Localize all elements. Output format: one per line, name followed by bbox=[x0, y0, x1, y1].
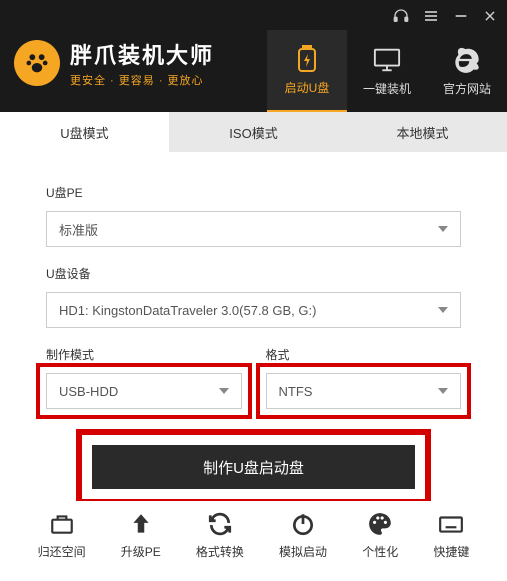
nav-label: 官方网站 bbox=[443, 80, 491, 97]
field-device: U盘设备 HD1: KingstonDataTraveler 3.0(57.8 … bbox=[46, 265, 461, 328]
main-nav: 启动U盘 一键装机 官方网站 bbox=[267, 30, 507, 112]
device-value: HD1: KingstonDataTraveler 3.0(57.8 GB, G… bbox=[59, 303, 316, 318]
footer-upgrade-pe[interactable]: 升级PE bbox=[121, 511, 161, 560]
field-pe: U盘PE 标准版 bbox=[46, 184, 461, 247]
tab-usb-mode[interactable]: U盘模式 bbox=[0, 112, 169, 152]
mode-label: 制作模式 bbox=[46, 346, 242, 363]
arrow-up-icon bbox=[128, 511, 154, 537]
form-content: U盘PE 标准版 U盘设备 HD1: KingstonDataTraveler … bbox=[0, 152, 507, 525]
device-select[interactable]: HD1: KingstonDataTraveler 3.0(57.8 GB, G… bbox=[46, 292, 461, 328]
chevron-down-icon bbox=[438, 307, 448, 313]
keyboard-icon bbox=[438, 511, 464, 537]
power-icon bbox=[290, 511, 316, 537]
nav-one-click[interactable]: 一键装机 bbox=[347, 30, 427, 112]
chevron-down-icon bbox=[438, 226, 448, 232]
monitor-icon bbox=[373, 46, 401, 74]
nav-website[interactable]: 官方网站 bbox=[427, 30, 507, 112]
app-subtitle: 更安全 · 更容易 · 更放心 bbox=[70, 72, 214, 88]
briefcase-icon bbox=[49, 511, 75, 537]
pe-label: U盘PE bbox=[46, 184, 461, 201]
tab-iso-mode[interactable]: ISO模式 bbox=[169, 112, 338, 152]
logo-icon bbox=[14, 40, 60, 86]
format-value: NTFS bbox=[279, 384, 313, 399]
titlebar-controls bbox=[393, 8, 497, 29]
footer-label: 升级PE bbox=[121, 543, 161, 560]
footer-toolbar: 归还空间 升级PE 格式转换 模拟启动 个性化 快捷键 bbox=[0, 501, 507, 581]
footer-personalize[interactable]: 个性化 bbox=[362, 511, 398, 560]
mode-value: USB-HDD bbox=[59, 384, 118, 399]
nav-boot-usb[interactable]: 启动U盘 bbox=[267, 30, 347, 112]
brand: 胖爪装机大师 更安全 · 更容易 · 更放心 bbox=[14, 38, 214, 88]
tab-local-mode[interactable]: 本地模式 bbox=[338, 112, 507, 152]
footer-format-convert[interactable]: 格式转换 bbox=[196, 511, 244, 560]
format-label: 格式 bbox=[266, 346, 462, 363]
create-usb-button[interactable]: 制作U盘启动盘 bbox=[92, 445, 415, 489]
app-title: 胖爪装机大师 bbox=[70, 38, 214, 70]
footer-label: 归还空间 bbox=[38, 543, 86, 560]
ie-icon bbox=[453, 46, 481, 74]
pe-value: 标准版 bbox=[59, 220, 98, 239]
device-label: U盘设备 bbox=[46, 265, 461, 282]
close-icon[interactable] bbox=[483, 9, 497, 28]
mode-tabs: U盘模式 ISO模式 本地模式 bbox=[0, 112, 507, 152]
chevron-down-icon bbox=[438, 388, 448, 394]
footer-label: 快捷键 bbox=[433, 543, 469, 560]
footer-simulate-boot[interactable]: 模拟启动 bbox=[279, 511, 327, 560]
highlight-mode: USB-HDD bbox=[36, 363, 252, 419]
headset-icon[interactable] bbox=[393, 8, 409, 29]
refresh-icon bbox=[207, 511, 233, 537]
footer-label: 模拟启动 bbox=[279, 543, 327, 560]
footer-label: 个性化 bbox=[362, 543, 398, 560]
highlight-main-button: 制作U盘启动盘 bbox=[76, 429, 431, 505]
footer-label: 格式转换 bbox=[196, 543, 244, 560]
highlight-format: NTFS bbox=[256, 363, 472, 419]
chevron-down-icon bbox=[219, 388, 229, 394]
mode-select[interactable]: USB-HDD bbox=[46, 373, 242, 409]
footer-restore-space[interactable]: 归还空间 bbox=[38, 511, 86, 560]
format-select[interactable]: NTFS bbox=[266, 373, 462, 409]
palette-icon bbox=[367, 511, 393, 537]
pe-select[interactable]: 标准版 bbox=[46, 211, 461, 247]
battery-icon bbox=[293, 45, 321, 73]
minimize-icon[interactable] bbox=[453, 8, 469, 29]
nav-label: 一键装机 bbox=[363, 80, 411, 97]
menu-icon[interactable] bbox=[423, 8, 439, 29]
app-header: 胖爪装机大师 更安全 · 更容易 · 更放心 启动U盘 一键装机 官方网站 bbox=[0, 0, 507, 112]
nav-label: 启动U盘 bbox=[285, 79, 330, 96]
footer-shortcut[interactable]: 快捷键 bbox=[433, 511, 469, 560]
